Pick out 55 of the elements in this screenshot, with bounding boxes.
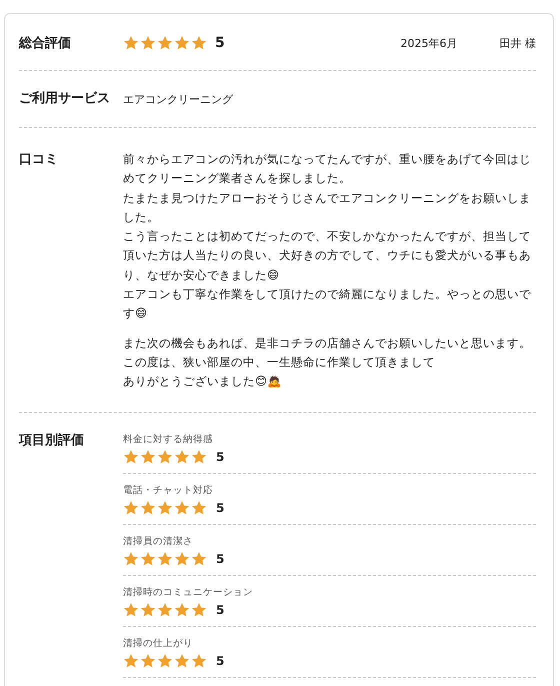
rating-score: 5 [215,35,225,51]
review-text: たまたま見つけたアローおそうじさんでエアコンクリーニングをお願いしました。 [123,190,532,226]
star-icon [157,448,173,465]
criterion-label: 清掃員の清潔さ [123,534,194,548]
star-icon [174,35,190,51]
review-text: ありがとうございました😊🙇 [123,373,283,390]
star-icon [174,652,190,669]
star-icon [140,602,156,618]
rating-score: 5 [216,552,224,566]
star-icon [191,35,207,51]
star-icon [191,602,207,618]
review-text: また次の機会もあれば、是非コチラの店舗さんでお願いしたいと思います。 [123,334,532,352]
star-icon [191,448,207,465]
star-icon [191,652,207,669]
star-icon [123,550,139,567]
star-icon [157,500,173,516]
star-icon [140,500,156,516]
star-icon [123,652,139,669]
star-icon [157,550,173,567]
reviewer-name: 田井 様 [500,36,536,50]
star-icon [140,550,156,567]
star-icon [123,602,139,618]
star-icon [157,652,173,669]
row-label: ご利用サービス [19,90,111,107]
star-icon [174,602,190,618]
star-icon [157,602,173,618]
star-icon [123,35,139,51]
star-icon [191,550,207,567]
row-label: 項目別評価 [19,432,85,450]
star-icon [140,448,156,465]
review-text: 前々からエアコンの汚れが気になってたんですが、重い腰をあげて今回はじめてクリーニング業者さんを探しました。 [123,151,532,188]
criterion-label: 電話・チャット対応 [123,484,214,497]
review-text: こう言ったことは初めてだったので、不安しかなかったんですが、担当して頂いた方は人当たりの良い、犬好きの方でして、ウチにも愛犬がいる事もあり、なぜか安心できました😄 [123,228,532,284]
star-icon [174,550,190,567]
row-label: 総合評価 [19,35,72,52]
star-icon [191,500,207,516]
star-icon [157,35,173,51]
criterion-label: 清掃の仕上がり [123,636,194,650]
star-icon [174,448,190,465]
review-text: エアコンも丁寧な作業をして頂けたので綺麗になりました。やっとの思いです😄 [123,286,532,322]
star-icon [123,448,139,465]
criterion-label: 料金に対する納得感 [123,432,214,446]
review-date: 2025年6月 [400,36,458,50]
star-icon [123,500,139,516]
service-name: エアコンクリーニング [123,92,233,107]
rating-score: 5 [216,654,224,668]
rating-score: 5 [216,450,224,464]
rating-score: 5 [216,602,224,617]
rating-score: 5 [216,500,224,515]
star-icon [140,35,156,51]
criterion-label: 清掃時のコミュニケーション [123,586,254,599]
star-icon [140,652,156,669]
row-label: 口コミ [19,151,59,169]
star-icon [174,500,190,516]
review-text: この度は、狭い部屋の中、一生懸命に作業して頂きまして [123,354,436,371]
